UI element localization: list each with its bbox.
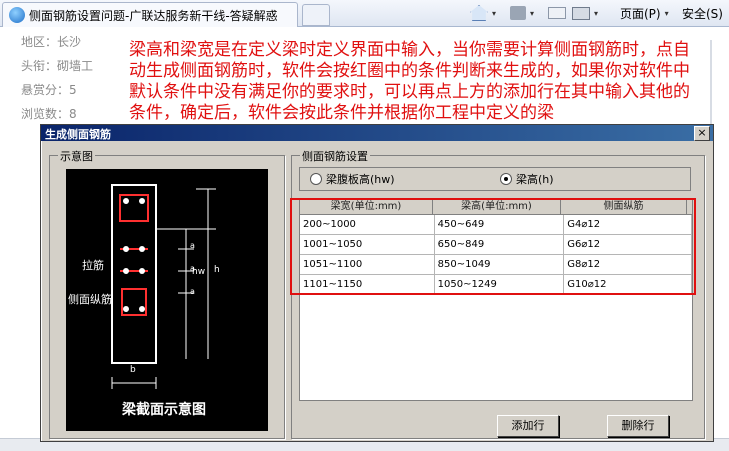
dialog-title-bar: 生成侧面钢筋 × [41,125,713,141]
side-rebar-label: 侧面纵筋 [68,293,112,306]
radio-web-height-label: 梁腹板高(hw) [326,173,395,186]
mail-button[interactable] [548,4,566,22]
home-icon [470,5,488,21]
radio-web-height[interactable]: 梁腹板高(hw) [310,171,395,187]
tie-bar-label: 拉筋 [82,259,104,272]
add-row-button[interactable]: 添加行 [497,415,559,437]
settings-group-label: 侧面钢筋设置 [300,148,370,164]
radio-beam-height[interactable]: 梁高(h) [500,171,554,187]
radio-button[interactable] [310,173,322,185]
diagram-caption: 梁截面示意图 [122,402,206,418]
mail-icon [548,7,566,19]
site-icon [9,7,25,23]
height-type-radios: 梁腹板高(hw) 梁高(h) [299,167,691,191]
user-info: 地区：长沙 头衔：砌墙工 悬赏分：5 浏览数：8 [21,30,93,126]
answer-annotation-text: 梁高和梁宽是在定义梁时定义界面中输入，当你需要计算侧面钢筋时，点自动生成侧面钢筋… [129,40,690,123]
chevron-down-icon: ▾ [530,8,535,18]
radio-beam-height-label: 梁高(h) [516,173,554,186]
new-tab-button[interactable] [302,4,330,26]
rss-icon [510,6,526,20]
dialog-title: 生成侧面钢筋 [45,128,111,141]
diagram-group-label: 示意图 [58,148,95,164]
dim-a-1: a [190,241,195,250]
user-views: 浏览数：8 [21,107,77,121]
browser-toolbar: 侧面钢筋设置问题-广联达服务新干线-答疑解惑 ▾ ▾ ▾ 页面(P) ▾ 安全(… [0,0,729,27]
user-title: 头衔：砌墙工 [21,59,94,73]
radio-button-selected[interactable] [500,173,512,185]
page-menu-label: 页面(P) [620,6,661,21]
close-icon[interactable]: × [694,126,710,141]
user-area: 地区：长沙 [21,35,82,49]
safety-menu-label: 安全(S) [682,6,723,21]
page-menu[interactable]: 页面(P) ▾ [620,4,669,22]
chevron-down-icon: ▾ [594,8,599,18]
dim-hw: hw [192,267,206,277]
dim-a-3: a [190,287,195,296]
print-button[interactable]: ▾ [572,4,598,22]
printer-icon [572,6,590,20]
user-bounty: 悬赏分：5 [21,83,77,97]
chevron-down-icon: ▾ [492,8,497,18]
delete-row-button[interactable]: 删除行 [607,415,669,437]
chevron-down-icon: ▾ [664,8,669,18]
browser-tab[interactable]: 侧面钢筋设置问题-广联达服务新干线-答疑解惑 [2,2,298,27]
beam-section-diagram: 拉筋 侧面纵筋 a a a hw h b 梁截面示意图 [66,169,268,431]
dim-b: b [130,365,136,375]
feeds-button[interactable]: ▾ [510,4,534,22]
red-highlight-box [290,198,696,295]
tab-title: 侧面钢筋设置问题-广联达服务新干线-答疑解惑 [29,9,278,23]
safety-menu[interactable]: 安全(S) [682,4,723,22]
dim-h: h [214,265,220,275]
home-button[interactable]: ▾ [470,4,496,22]
